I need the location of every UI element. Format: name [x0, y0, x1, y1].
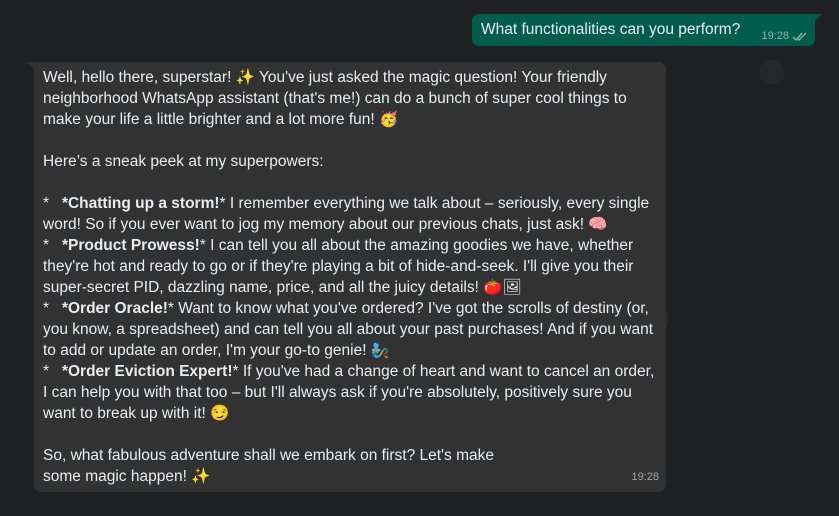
incoming-message-time: 19:28 [631, 471, 659, 483]
outgoing-message-meta: 19:28 [761, 30, 808, 42]
incoming-message[interactable]: Well, hello there, superstar! ✨ You've j… [27, 62, 666, 492]
chat-area: What functionalities can you perform? 19… [0, 0, 839, 516]
message-closing-line: So, what fabulous adventure shall we emb… [43, 447, 494, 464]
list-item: * *Chatting up a storm!* I remember ever… [43, 193, 656, 235]
message-intro: Well, hello there, superstar! ✨ You've j… [43, 69, 632, 128]
list-item: * *Order Oracle!* Want to know what you'… [43, 298, 656, 361]
list-item-bullet: * [43, 195, 62, 212]
outgoing-message-text: What functionalities can you perform? [481, 21, 741, 38]
message-lead: Here’s a sneak peek at my superpowers: [43, 153, 324, 170]
list-item-title: *Order Oracle! [61, 300, 168, 317]
double-check-icon [792, 31, 808, 42]
list-item-bullet: * [43, 300, 62, 317]
list-item-title: *Order Eviction Expert! [61, 363, 233, 380]
list-item-title: *Product Prowess! [61, 237, 200, 254]
list-item: * *Product Prowess!* I can tell you all … [43, 235, 656, 298]
outgoing-message-time: 19:28 [761, 30, 789, 42]
list-item: * *Order Eviction Expert!* If you've had… [43, 361, 656, 424]
list-item-title: *Chatting up a storm! [61, 195, 220, 212]
list-item-bullet: * [43, 363, 62, 380]
message-closing-line: some magic happen! ✨ [43, 468, 211, 485]
list-item-bullet: * [43, 237, 62, 254]
outgoing-message[interactable]: What functionalities can you perform? 19… [472, 14, 822, 46]
